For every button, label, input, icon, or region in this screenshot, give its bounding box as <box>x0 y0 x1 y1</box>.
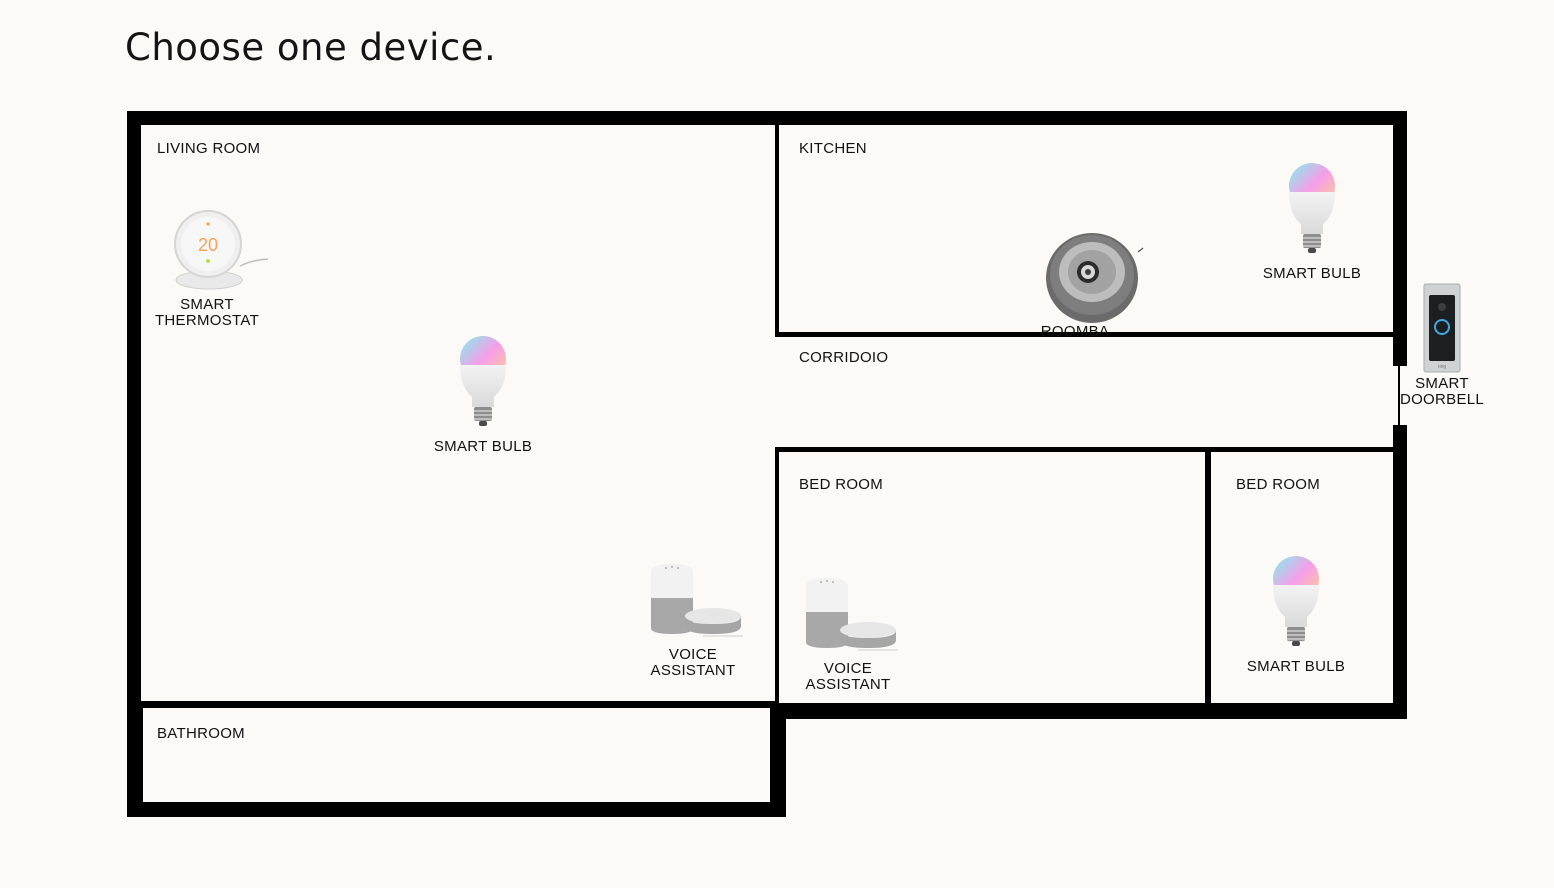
device-label: SMART BULB <box>1262 265 1362 282</box>
room-label-bed-room: BED ROOM <box>1236 476 1321 493</box>
wall <box>1393 425 1407 719</box>
device-label: VOICE ASSISTANT <box>650 646 736 679</box>
smart-bulb-icon <box>1273 556 1319 646</box>
wall <box>141 701 143 804</box>
device-smart-thermostat[interactable]: 20 SMART THERMOSTAT <box>155 206 272 329</box>
wall <box>775 447 779 707</box>
thermostat-reading: 20 <box>198 235 218 255</box>
device-label: SMART THERMOSTAT <box>154 296 260 329</box>
wall <box>775 447 1395 452</box>
room-label-corridor: CORRIDOIO <box>799 349 889 366</box>
device-label: VOICE ASSISTANT <box>805 660 891 693</box>
room-label-living-room: LIVING ROOM <box>157 140 261 157</box>
device-voice-assistant[interactable]: VOICE ASSISTANT <box>643 560 743 679</box>
room-label-bathroom: BATHROOM <box>157 725 245 742</box>
wall <box>772 703 1407 719</box>
wall <box>127 802 786 817</box>
voice-assistant-icon <box>651 564 743 637</box>
wall <box>772 703 786 817</box>
wall <box>127 111 141 817</box>
smart-bulb-icon <box>1289 163 1335 253</box>
room-label-kitchen: KITCHEN <box>799 140 867 157</box>
wall <box>770 701 774 804</box>
thermostat-icon: 20 <box>174 210 269 290</box>
robot-vacuum-icon <box>1046 233 1144 323</box>
device-roomba[interactable]: ROOMBA <box>1030 226 1150 340</box>
svg-text:ring: ring <box>1438 364 1447 370</box>
device-smart-bulb[interactable]: SMART BULB <box>428 335 538 455</box>
voice-assistant-icon <box>806 578 898 651</box>
room-label-bed-room: BED ROOM <box>799 476 884 493</box>
device-label: SMART BULB <box>1246 658 1346 675</box>
wall <box>775 125 779 336</box>
wall <box>127 111 1407 125</box>
device-label: SMART DOORBELL <box>1399 375 1485 408</box>
wall <box>141 701 777 708</box>
device-smart-doorbell[interactable]: ring SMART DOORBELL <box>1398 283 1486 408</box>
device-smart-bulb[interactable]: SMART BULB <box>1241 555 1351 675</box>
device-voice-assistant[interactable]: VOICE ASSISTANT <box>798 574 898 693</box>
device-label: SMART BULB <box>433 438 533 455</box>
doorbell-icon: ring <box>1423 283 1461 373</box>
device-label: ROOMBA <box>1040 323 1110 340</box>
floor-plan <box>0 0 1554 888</box>
device-smart-bulb[interactable]: SMART BULB <box>1257 162 1367 282</box>
wall <box>1205 447 1211 707</box>
smart-bulb-icon <box>460 336 506 426</box>
